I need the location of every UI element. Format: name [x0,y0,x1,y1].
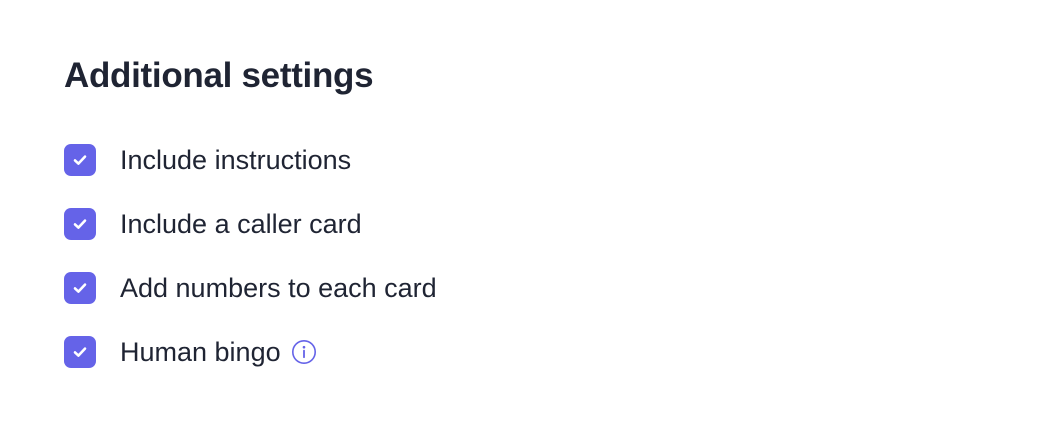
checkmark-icon [73,219,87,229]
option-include-caller-card[interactable]: Include a caller card [64,208,437,240]
info-icon[interactable] [291,339,317,365]
option-label: Human bingo [120,337,281,367]
checkmark-icon [73,155,87,165]
option-human-bingo[interactable]: Human bingo [64,336,437,368]
add-numbers-checkbox[interactable] [64,272,96,304]
option-add-numbers[interactable]: Add numbers to each card [64,272,437,304]
checkmark-icon [73,283,87,293]
include-instructions-checkbox[interactable] [64,144,96,176]
settings-options-list: Include instructions Include a caller ca… [64,144,437,400]
option-label: Include a caller card [120,209,362,239]
additional-settings-panel: Additional settings Include instructions… [64,52,964,368]
human-bingo-checkbox[interactable] [64,336,96,368]
option-label: Add numbers to each card [120,273,437,303]
checkmark-icon [73,347,87,357]
section-title: Additional settings [64,56,374,95]
option-include-instructions[interactable]: Include instructions [64,144,437,176]
option-label: Include instructions [120,145,352,175]
include-caller-card-checkbox[interactable] [64,208,96,240]
